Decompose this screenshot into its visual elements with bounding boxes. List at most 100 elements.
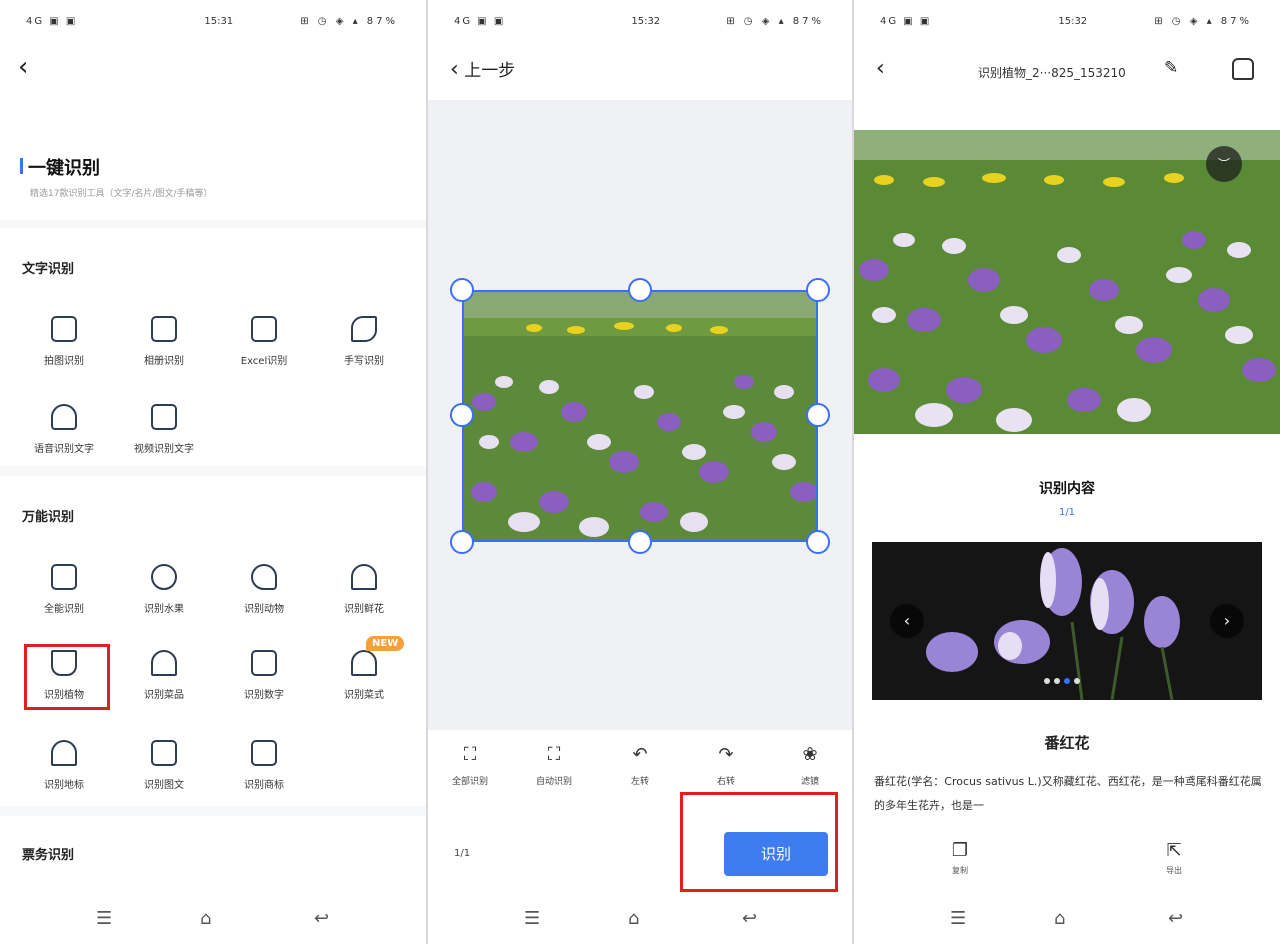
landmark-icon xyxy=(51,740,77,766)
status-time: 15:31 xyxy=(204,16,234,27)
crop-handle-top[interactable] xyxy=(628,278,652,302)
new-badge: NEW xyxy=(366,636,405,651)
crop-handle-bottom[interactable] xyxy=(628,530,652,554)
prev-step-button[interactable]: ‹ 上一步 xyxy=(450,56,515,82)
return-icon[interactable]: ↩ xyxy=(742,908,757,929)
edit-icon[interactable]: ✎ xyxy=(1164,58,1178,78)
tool-rotate-right[interactable]: ↷ 右转 xyxy=(686,744,766,787)
section-ticket-recognition: 票务识别 xyxy=(0,816,426,896)
tool-label: 识别图文 xyxy=(144,780,184,791)
crop-handle-bottom-right[interactable] xyxy=(806,530,830,554)
rotate-left-icon: ↶ xyxy=(632,744,648,765)
tool-label: 识别菜品 xyxy=(144,690,184,701)
carousel-next-icon[interactable]: › xyxy=(1210,604,1244,638)
carousel-dot[interactable] xyxy=(1044,678,1050,684)
tool-label: 语音识别文字 xyxy=(34,444,94,455)
tool-excel-recognition[interactable]: Excel识别 xyxy=(214,316,314,367)
copy-icon: ❐ xyxy=(951,840,969,861)
crop-handle-right[interactable] xyxy=(806,403,830,427)
crop-handle-top-right[interactable] xyxy=(806,278,830,302)
menu-icon[interactable]: ☰ xyxy=(524,908,540,929)
status-left: 4G ▣ ▣ xyxy=(26,16,78,27)
quill-icon xyxy=(351,316,377,342)
tool-image-text-recognition[interactable]: 识别图文 xyxy=(114,740,214,791)
home-icon[interactable]: ⌂ xyxy=(628,908,639,929)
tool-animal-recognition[interactable]: 识别动物 xyxy=(214,564,314,615)
prev-step-label: 上一步 xyxy=(464,61,516,81)
tool-full-recognize[interactable]: ⛶ 全部识别 xyxy=(430,744,510,787)
screen-result: 4G ▣ ▣ 15:32 ⊞ ◷ ◈ ▴ 87% ‹ 识别植物_2···825_… xyxy=(854,0,1280,944)
crop-handle-left[interactable] xyxy=(450,403,474,427)
chevron-left-icon: ‹ xyxy=(450,57,459,82)
crop-image[interactable] xyxy=(462,290,818,542)
tool-label: 识别鲜花 xyxy=(344,604,384,615)
home-icon[interactable]: ⌂ xyxy=(200,908,211,929)
tool-label: 全部识别 xyxy=(451,777,488,787)
export-button[interactable]: ⇱ 导出 xyxy=(1144,840,1204,876)
home-icon[interactable]: ⌂ xyxy=(1054,908,1065,929)
highlight-box xyxy=(24,644,110,710)
tool-number-recognition[interactable]: 识别数字 xyxy=(214,650,314,701)
back-icon[interactable]: ‹ xyxy=(876,56,885,81)
status-bar: 4G ▣ ▣ 15:32 ⊞ ◷ ◈ ▴ 87% xyxy=(428,0,852,44)
status-bar: 4G ▣ ▣ 15:31 ⊞ ◷ ◈ ▴ 87% xyxy=(0,0,426,44)
tool-label: 相册识别 xyxy=(144,356,184,367)
status-right: ⊞ ◷ ◈ ▴ 87% xyxy=(1154,16,1252,27)
tool-cuisine-recognition[interactable]: 识别菜式 xyxy=(314,650,414,701)
return-icon[interactable]: ↩ xyxy=(1168,908,1183,929)
headphones-icon xyxy=(51,404,77,430)
carousel-dot-active[interactable] xyxy=(1064,678,1070,684)
tool-photo-recognition[interactable]: 拍图识别 xyxy=(14,316,114,367)
crop-handle-top-left[interactable] xyxy=(450,278,474,302)
tool-rotate-left[interactable]: ↶ 左转 xyxy=(600,744,680,787)
highlight-box xyxy=(680,792,838,892)
copy-button[interactable]: ❐ 复制 xyxy=(930,840,990,876)
tool-fruit-recognition[interactable]: 识别水果 xyxy=(114,564,214,615)
tool-label: 识别水果 xyxy=(144,604,184,615)
result-title: 识别内容 xyxy=(1039,481,1095,497)
reference-carousel[interactable]: ‹ › xyxy=(872,542,1262,700)
tool-handwriting-recognition[interactable]: 手写识别 xyxy=(314,316,414,367)
eye-closed-icon[interactable]: ︶ xyxy=(1206,146,1242,182)
video-icon xyxy=(151,404,177,430)
cuisine-icon xyxy=(351,650,377,676)
tool-label: 左转 xyxy=(630,777,649,787)
tool-landmark-recognition[interactable]: 识别地标 xyxy=(14,740,114,791)
status-time: 15:32 xyxy=(631,16,661,27)
tool-album-recognition[interactable]: 相册识别 xyxy=(114,316,214,367)
flower-name: 番红花 xyxy=(1044,734,1090,752)
home-icon[interactable] xyxy=(1232,58,1254,80)
tool-all-recognition[interactable]: 全能识别 xyxy=(14,564,114,615)
carousel-dot[interactable] xyxy=(1074,678,1080,684)
flower-description: 番红花(学名：Crocus sativus L.)又称藏红花、西红花，是一种鸢尾… xyxy=(874,775,1262,812)
filter-icon: ❀ xyxy=(802,744,818,765)
menu-icon[interactable]: ☰ xyxy=(950,908,966,929)
page-subtitle: 精选17款识别工具（文字/名片/图文/手稿等） xyxy=(30,189,213,199)
section-title: 万能识别 xyxy=(22,510,75,525)
tool-label: 自动识别 xyxy=(535,777,572,787)
auto-crop-icon: ⛶ xyxy=(547,744,561,765)
return-icon[interactable]: ↩ xyxy=(314,908,329,929)
screens: 4G ▣ ▣ 15:31 ⊞ ◷ ◈ ▴ 87% ‹ 一键识别 精选17款识别工… xyxy=(0,0,1280,944)
menu-icon[interactable]: ☰ xyxy=(96,908,112,929)
carousel-prev-icon[interactable]: ‹ xyxy=(890,604,924,638)
flower-field-image xyxy=(464,292,816,540)
tool-label: 拍图识别 xyxy=(44,356,84,367)
crop-handle-bottom-left[interactable] xyxy=(450,530,474,554)
fruit-icon xyxy=(151,564,177,590)
result-actions: ❐ 复制 ⇱ 导出 xyxy=(854,836,1280,894)
tool-voice-to-text[interactable]: 语音识别文字 xyxy=(14,404,114,455)
tool-video-to-text[interactable]: 视频识别文字 xyxy=(114,404,214,455)
tool-label: 识别菜式 xyxy=(344,690,384,701)
tool-filter[interactable]: ❀ 滤镜 xyxy=(770,744,850,787)
back-icon[interactable]: ‹ xyxy=(18,52,28,82)
carousel-dot[interactable] xyxy=(1054,678,1060,684)
trademark-icon xyxy=(251,740,277,766)
tool-trademark-recognition[interactable]: 识别商标 xyxy=(214,740,314,791)
tool-dish-recognition[interactable]: 识别菜品 xyxy=(114,650,214,701)
tool-flower-recognition[interactable]: 识别鲜花 xyxy=(314,564,414,615)
bottom-bar: 1/1 识别 xyxy=(428,792,852,894)
section-title: 文字识别 xyxy=(22,262,75,277)
tool-label: Excel识别 xyxy=(240,356,288,367)
tool-auto-recognize[interactable]: ⛶ 自动识别 xyxy=(514,744,594,787)
